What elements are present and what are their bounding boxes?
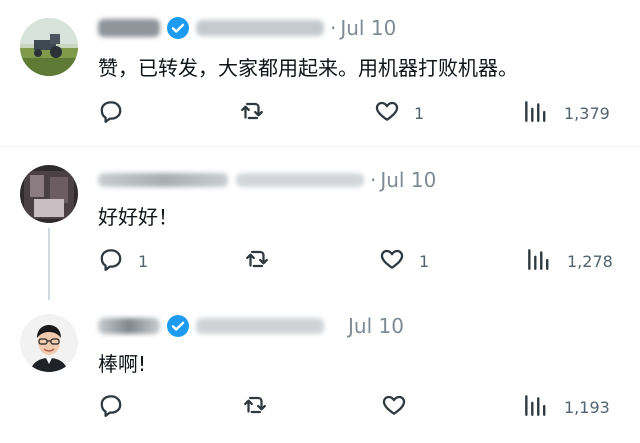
tweet-divider: [0, 146, 640, 147]
tweet-date[interactable]: Jul 10: [340, 16, 396, 40]
views-bar-chart-icon: [522, 392, 548, 422]
views-button[interactable]: 1,193: [522, 392, 610, 422]
view-count: 1,379: [564, 103, 610, 123]
tweet-text: 棒啊!: [98, 352, 147, 376]
user-name-blurred[interactable]: [98, 173, 228, 187]
heart-icon: [374, 98, 400, 128]
reply-icon: [98, 246, 124, 276]
reply-button[interactable]: [98, 98, 138, 128]
user-name-blurred[interactable]: [98, 19, 160, 37]
like-button[interactable]: 1: [374, 98, 424, 128]
reply-button[interactable]: 1: [98, 246, 148, 276]
heart-icon: [381, 392, 407, 422]
retweet-button[interactable]: [242, 392, 282, 422]
retweet-icon: [242, 392, 268, 422]
avatar-portrait[interactable]: [20, 314, 78, 372]
like-button[interactable]: 1: [379, 246, 429, 276]
tweet-3-header: Jul 10: [98, 313, 404, 339]
tweet-text: 赞，已转发，大家都用起来。用机器打败机器。: [98, 56, 518, 80]
reply-icon: [98, 98, 124, 128]
tweet-2-header: · Jul 10: [98, 167, 436, 193]
tweet-3[interactable]: Jul 10 棒啊! 1,193: [0, 300, 640, 443]
user-handle-blurred[interactable]: [196, 318, 324, 334]
tweet-actions: 1 1 1,278: [0, 246, 640, 276]
tweet-date[interactable]: Jul 10: [380, 168, 436, 192]
views-button[interactable]: 1,379: [522, 98, 610, 128]
reply-button[interactable]: [98, 392, 138, 422]
tweet-text: 好好好！: [98, 205, 178, 229]
like-button[interactable]: [381, 392, 421, 422]
views-bar-chart-icon: [522, 98, 548, 128]
tweet-actions: 1 1,379: [0, 98, 640, 128]
user-handle-blurred[interactable]: [236, 173, 364, 187]
avatar-photo[interactable]: [20, 165, 78, 223]
reply-count: 1: [138, 251, 149, 271]
views-bar-chart-icon: [525, 246, 551, 276]
retweet-icon: [239, 98, 265, 128]
user-name-blurred[interactable]: [98, 318, 160, 334]
tweet-date[interactable]: Jul 10: [348, 314, 404, 338]
view-count: 1,193: [564, 397, 610, 417]
tweet-2[interactable]: · Jul 10 好好好！ 1 1 1,278: [0, 148, 640, 300]
reply-icon: [98, 392, 124, 422]
user-handle-blurred[interactable]: [196, 20, 324, 36]
separator-dot: ·: [370, 168, 377, 192]
retweet-button[interactable]: [239, 98, 279, 128]
views-button[interactable]: 1,278: [525, 246, 613, 276]
view-count: 1,278: [567, 251, 613, 271]
verified-badge-icon: [166, 16, 190, 40]
verified-badge-icon: [166, 314, 190, 338]
tweet-1-header: · Jul 10: [98, 15, 396, 41]
separator-dot: ·: [330, 16, 337, 40]
retweet-icon: [244, 246, 270, 276]
like-count: 1: [419, 251, 430, 271]
retweet-button[interactable]: [244, 246, 284, 276]
like-count: 1: [414, 103, 425, 123]
tweet-1[interactable]: · Jul 10 赞，已转发，大家都用起来。用机器打败机器。 1 1,379: [0, 0, 640, 146]
tweet-actions: 1,193: [0, 392, 640, 422]
heart-icon: [379, 246, 405, 276]
avatar-tractor[interactable]: [20, 18, 78, 76]
